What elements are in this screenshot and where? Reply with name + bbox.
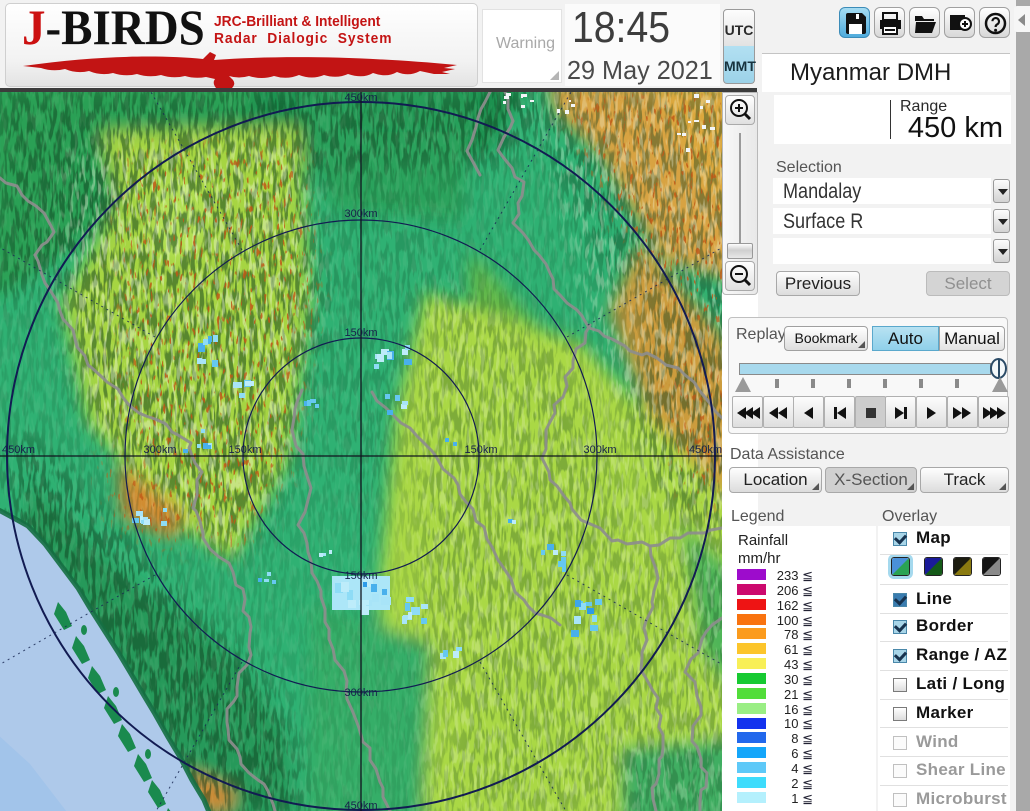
svg-text:450km: 450km [344,92,377,104]
svg-text:450km: 450km [689,444,722,456]
svg-text:150km: 150km [344,327,377,339]
svg-text:300km: 300km [143,444,176,456]
svg-text:150km: 150km [344,570,377,582]
svg-text:300km: 300km [583,444,616,456]
svg-text:300km: 300km [344,687,377,699]
svg-text:450km: 450km [2,444,35,456]
svg-text:300km: 300km [344,208,377,220]
svg-text:150km: 150km [228,444,261,456]
svg-text:450km: 450km [344,800,377,811]
svg-text:150km: 150km [464,444,497,456]
